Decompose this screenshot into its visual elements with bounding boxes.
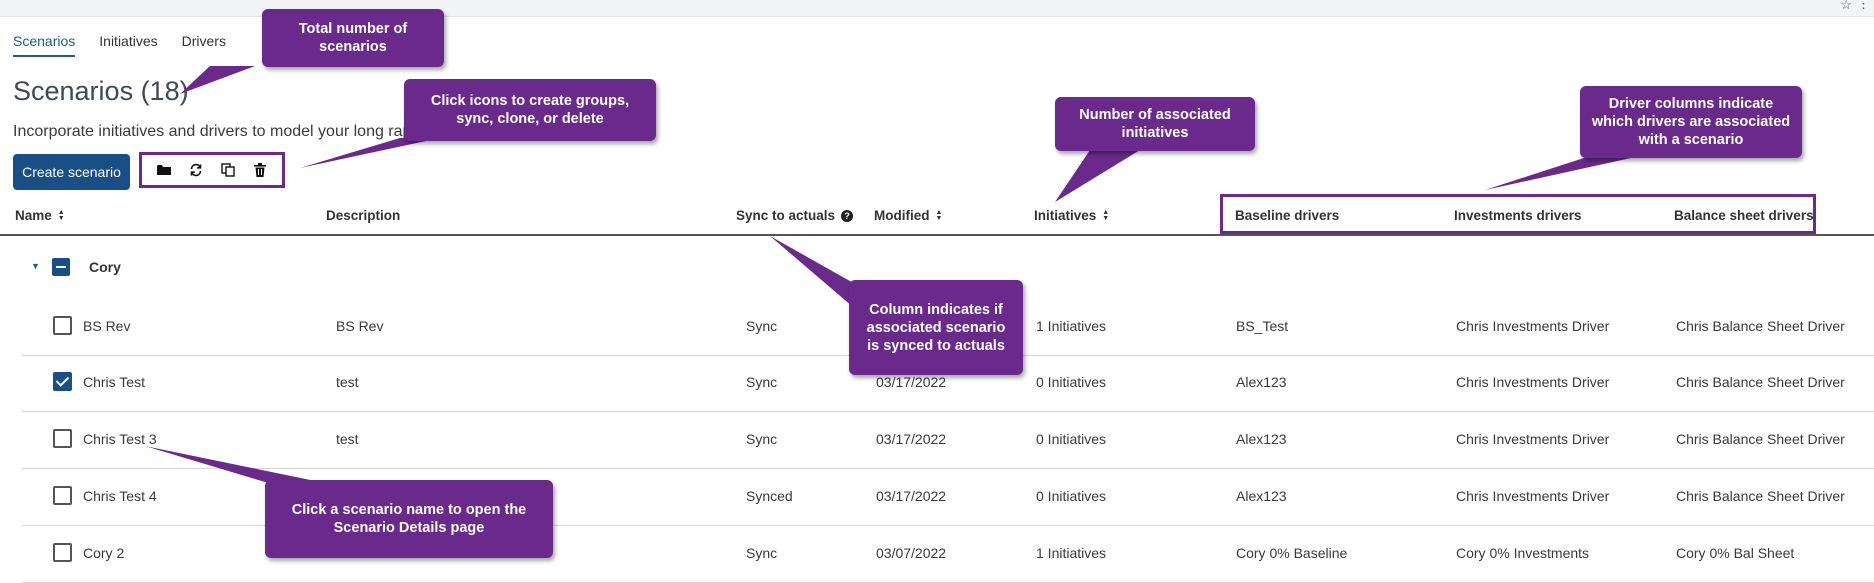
callout-initiatives: Number of associated initiatives bbox=[1055, 97, 1255, 151]
callout-sync: Column indicates if associated scenario … bbox=[849, 280, 1023, 375]
callout-icons: Click icons to create groups, sync, clon… bbox=[404, 79, 656, 141]
callout-pointer-drivers bbox=[1485, 156, 1640, 190]
callout-drivers: Driver columns indicate which drivers ar… bbox=[1580, 86, 1802, 158]
callout-scenario-name: Click a scenario name to open the Scenar… bbox=[265, 480, 553, 558]
callout-pointer-initiatives bbox=[1055, 150, 1140, 202]
callout-total-scenarios: Total number of scenarios bbox=[262, 9, 444, 67]
callout-pointer-icons bbox=[300, 138, 440, 168]
callout-pointer-name bbox=[145, 446, 320, 482]
callout-pointer-total bbox=[180, 66, 255, 94]
